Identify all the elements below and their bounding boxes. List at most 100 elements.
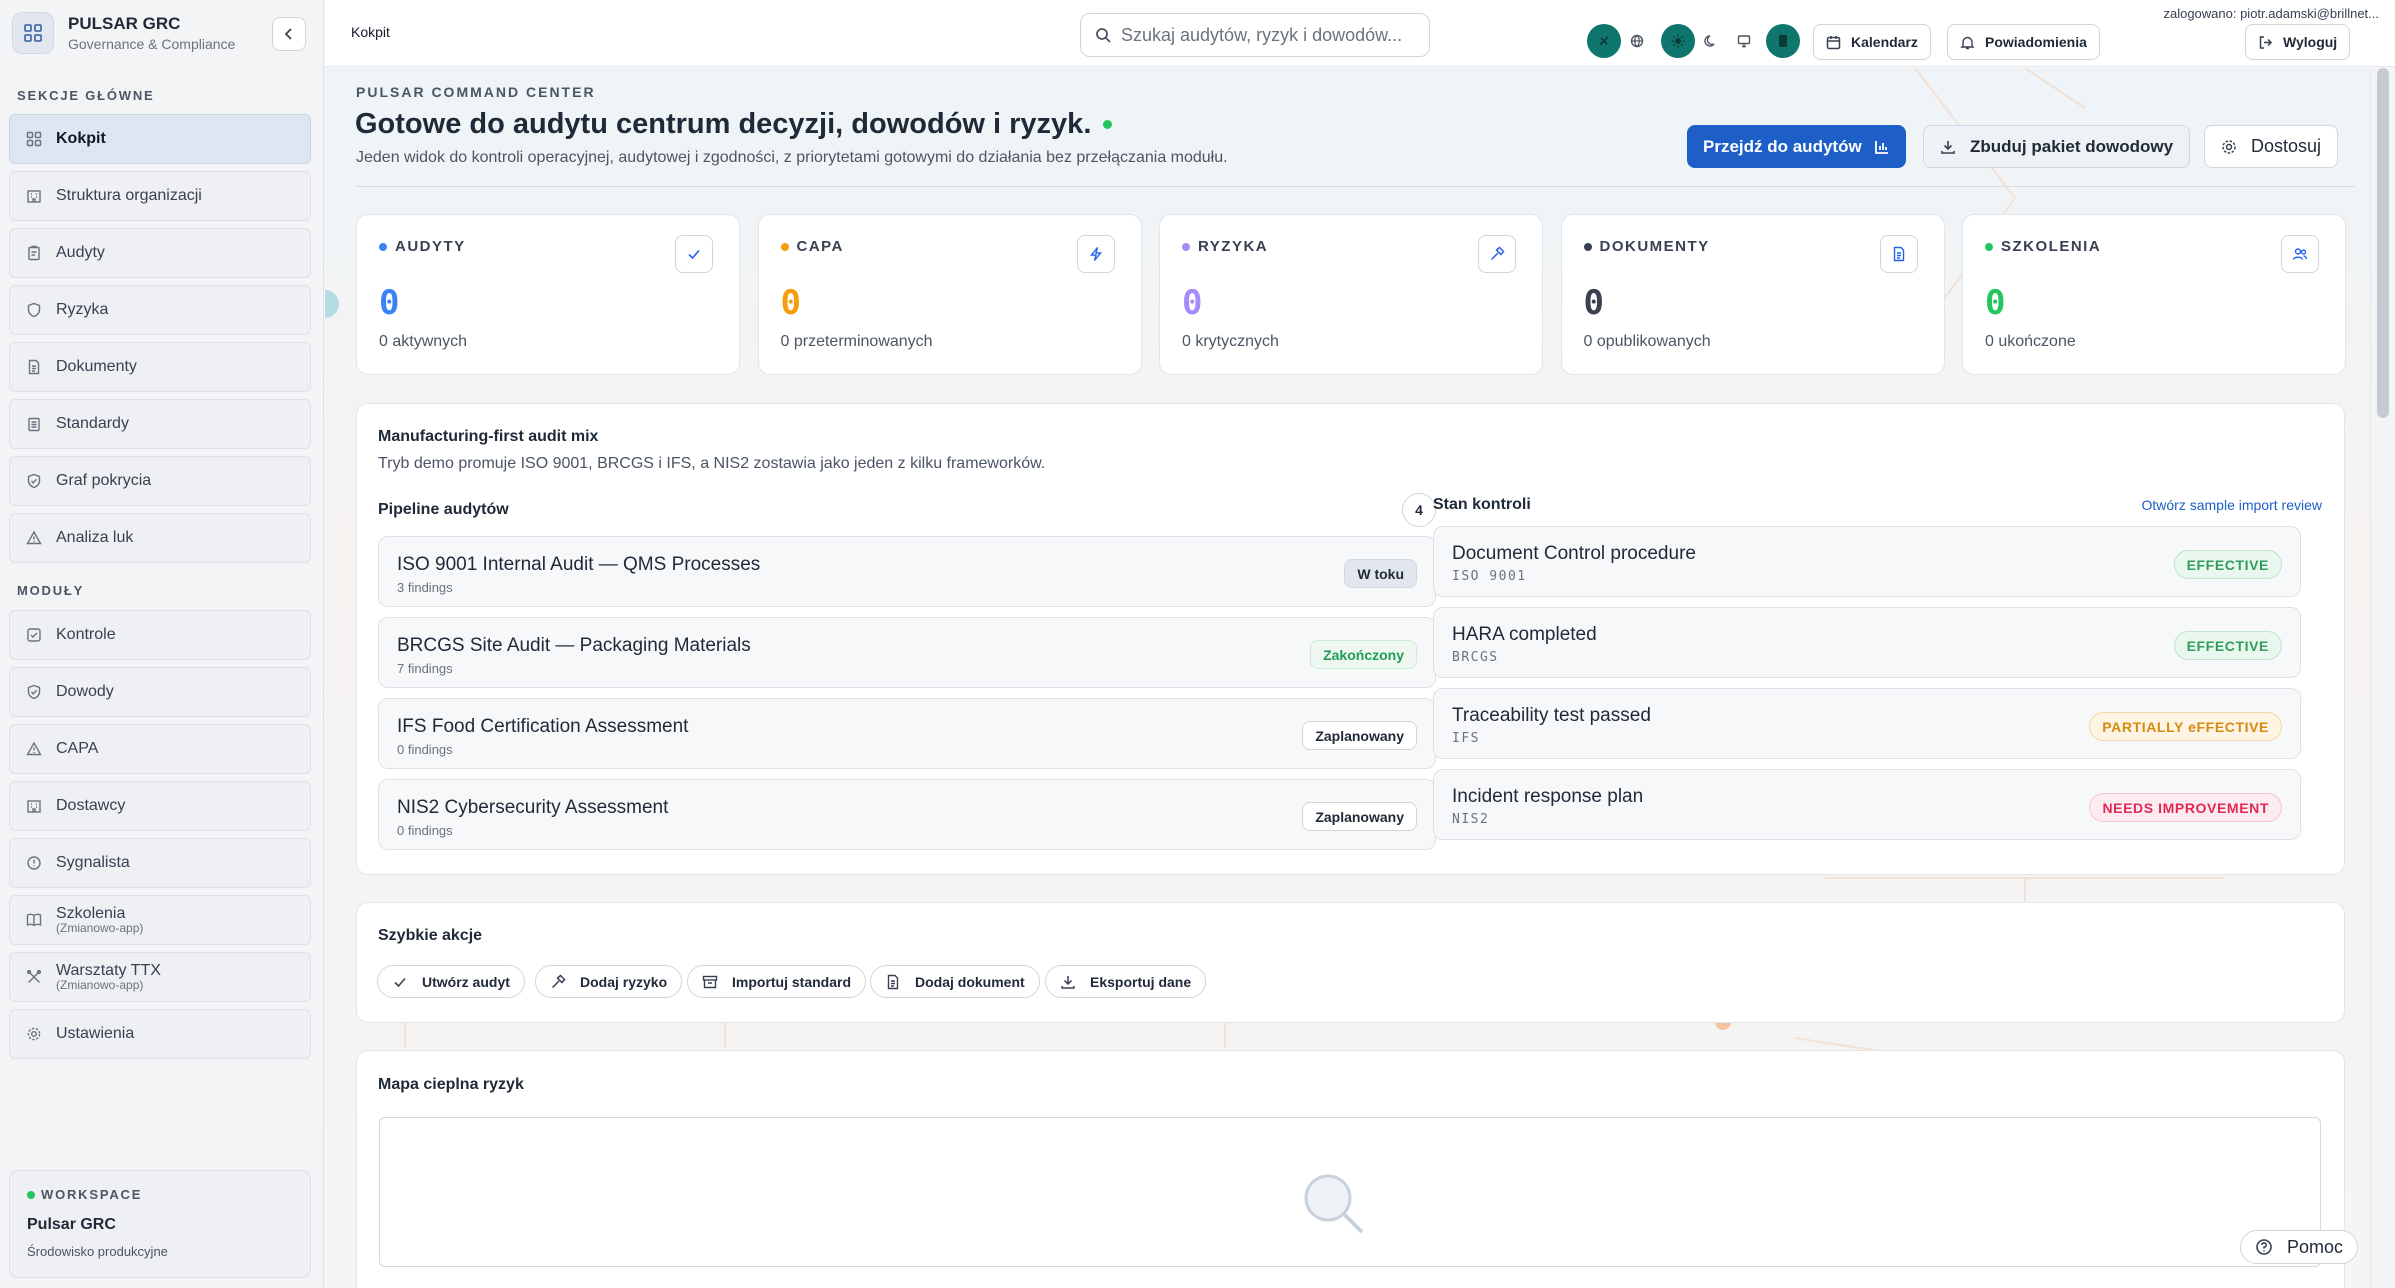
audit-row[interactable]: ISO 9001 Internal Audit — QMS Processes 3… bbox=[378, 536, 1436, 607]
search-box[interactable] bbox=[1080, 13, 1430, 57]
help-button[interactable]: Pomoc bbox=[2240, 1230, 2359, 1264]
stat-card-capa[interactable]: CAPA 0 0 przeterminowanych bbox=[757, 214, 1142, 375]
breadcrumb: Kokpit bbox=[351, 24, 390, 40]
stat-card-ryzyka[interactable]: RYZYKA 0 0 krytycznych bbox=[1159, 214, 1543, 375]
quick-actions-title: Szybkie akcje bbox=[378, 927, 483, 944]
stat-value: 0 bbox=[1182, 283, 1203, 323]
quick-action-label: Importuj standard bbox=[732, 973, 852, 990]
quick-action-label: Dodaj ryzyko bbox=[580, 973, 668, 990]
sidebar-item-standardy[interactable]: Standardy bbox=[9, 399, 311, 449]
grid-icon[interactable] bbox=[12, 12, 54, 54]
main-section-title: SEKCJE GŁÓWNE bbox=[17, 88, 155, 103]
quick-action-importuj-standard[interactable]: Importuj standard bbox=[687, 965, 867, 998]
customize-label: Dostosuj bbox=[2251, 136, 2322, 156]
stat-card-dokumenty[interactable]: DOKUMENTY 0 0 opublikowanych bbox=[1560, 214, 1945, 375]
sidebar-item-dokumenty[interactable]: Dokumenty bbox=[9, 342, 311, 392]
control-framework: BRCGS bbox=[1452, 650, 1499, 665]
go-to-audits-label: Przejdź do audytów bbox=[1703, 136, 1862, 156]
download-icon bbox=[1060, 974, 1076, 990]
build-evidence-button[interactable]: Zbuduj pakiet dowodowy bbox=[1923, 125, 2191, 168]
quick-action-dodaj-dokument[interactable]: Dodaj dokument bbox=[870, 965, 1040, 998]
go-to-audits-button[interactable]: Przejdź do audytów bbox=[1687, 125, 1906, 168]
control-name: HARA completed bbox=[1452, 624, 1597, 645]
control-row[interactable]: Document Control procedure ISO 9001 EFFECT… bbox=[1433, 526, 2301, 597]
moon-icon[interactable] bbox=[1694, 24, 1728, 58]
status-dot-icon bbox=[27, 1190, 35, 1199]
clipboard-list-icon bbox=[26, 416, 42, 432]
heatmap-card: Mapa cieplna ryzyk bbox=[356, 1050, 2345, 1288]
quick-action-eksportuj-dane[interactable]: Eksportuj dane bbox=[1045, 965, 1207, 998]
sidebar-item-capa[interactable]: CAPA bbox=[9, 724, 311, 774]
controls-title: Stan kontroli bbox=[1433, 496, 1531, 513]
lightning-icon[interactable] bbox=[1076, 235, 1115, 273]
scrollbar[interactable] bbox=[2370, 68, 2395, 1288]
control-row[interactable]: Incident response plan NIS2 NEEDS IMPROVEM… bbox=[1433, 769, 2301, 840]
warning-icon bbox=[26, 741, 42, 757]
stat-sublabel: 0 opublikowanych bbox=[1583, 333, 1711, 350]
calendar-icon bbox=[1826, 35, 1841, 49]
sidebar-item-text: Szkolenia (Zmianowo-app) bbox=[56, 905, 143, 936]
users-icon[interactable] bbox=[2281, 235, 2319, 273]
status-badge: EFFECTIVE bbox=[2173, 631, 2282, 660]
document-icon[interactable] bbox=[1879, 235, 1918, 273]
sidebar-item-ryzyka[interactable]: Ryzyka bbox=[9, 285, 311, 335]
sidebar-item-ustawienia[interactable]: Ustawienia bbox=[9, 1009, 311, 1059]
sidebar-item-sygnalista[interactable]: Sygnalista bbox=[9, 838, 311, 888]
stat-card-audyty[interactable]: AUDYTY 0 0 aktywnych bbox=[356, 214, 740, 375]
hammer-icon[interactable] bbox=[1478, 235, 1516, 273]
notifications-button[interactable]: Powiadomienia bbox=[1947, 24, 2100, 60]
sidebar-item-warsztaty-ttx[interactable]: Warsztaty TTX (Zmianowo-app) bbox=[9, 952, 311, 1002]
audit-row[interactable]: IFS Food Certification Assessment 0 findi… bbox=[378, 698, 1436, 769]
quick-action-label: Utwórz audyt bbox=[422, 973, 510, 990]
sidebar-item-kokpit[interactable]: Kokpit bbox=[9, 114, 311, 164]
sample-import-link[interactable]: Otwórz sample import review bbox=[2142, 497, 2323, 513]
calendar-button[interactable]: Kalendarz bbox=[1813, 24, 1931, 60]
status-dot-icon bbox=[780, 242, 789, 251]
stat-sublabel: 0 aktywnych bbox=[379, 333, 468, 350]
help-label: Pomoc bbox=[2287, 1236, 2344, 1257]
sun-icon[interactable] bbox=[1661, 24, 1695, 58]
quick-action-label: Eksportuj dane bbox=[1090, 973, 1192, 990]
logout-icon bbox=[2259, 35, 2273, 49]
sidebar-item-szkolenia[interactable]: Szkolenia (Zmianowo-app) bbox=[9, 895, 311, 945]
control-row[interactable]: HARA completed BRCGS EFFECTIVE bbox=[1433, 607, 2301, 678]
sidebar-item-graf-pokrycia[interactable]: Graf pokrycia bbox=[9, 456, 311, 506]
sidebar-item-label: Dowody bbox=[56, 683, 114, 700]
app-subtitle: Governance & Compliance bbox=[68, 36, 236, 52]
brand: PULSAR GRC Governance & Compliance bbox=[12, 12, 235, 54]
audit-row[interactable]: BRCGS Site Audit — Packaging Materials 7 … bbox=[378, 617, 1436, 688]
heatmap-canvas bbox=[379, 1117, 2321, 1267]
workspace-card[interactable]: WORKSPACE Pulsar GRC Środowisko produkcy… bbox=[9, 1170, 311, 1278]
sidebar-item-label: Dokumenty bbox=[56, 358, 137, 375]
monitor-icon[interactable] bbox=[1727, 24, 1761, 58]
layout-icon[interactable] bbox=[1766, 24, 1800, 58]
sidebar-item-kontrole[interactable]: Kontrole bbox=[9, 610, 311, 660]
sidebar-item-sublabel: (Zmianowo-app) bbox=[56, 921, 144, 936]
audit-mix-desc: Tryb demo promuje ISO 9001, BRCGS i IFS,… bbox=[378, 455, 1046, 472]
check-icon[interactable] bbox=[675, 235, 713, 273]
sidebar-item-dowody[interactable]: Dowody bbox=[9, 667, 311, 717]
stat-card-szkolenia[interactable]: SZKOLENIA 0 0 ukończone bbox=[1962, 214, 2346, 375]
workspace-label: WORKSPACE bbox=[41, 1187, 143, 1202]
control-framework: ISO 9001 bbox=[1452, 569, 1527, 584]
collapse-sidebar-button[interactable] bbox=[272, 17, 306, 51]
calendar-label: Kalendarz bbox=[1851, 34, 1918, 50]
theme-teal-icon[interactable] bbox=[1587, 24, 1621, 58]
customize-button[interactable]: Dostosuj bbox=[2204, 125, 2339, 168]
status-badge: Zakończony bbox=[1310, 640, 1417, 669]
sidebar-item-analiza-luk[interactable]: Analiza luk bbox=[9, 513, 311, 563]
sidebar-item-struktura-organizacji[interactable]: Struktura organizacji bbox=[9, 171, 311, 221]
quick-action-dodaj-ryzyko[interactable]: Dodaj ryzyko bbox=[535, 965, 683, 998]
audit-row[interactable]: NIS2 Cybersecurity Assessment 0 findings Z… bbox=[378, 779, 1436, 850]
status-badge: EFFECTIVE bbox=[2173, 550, 2282, 579]
scroll-thumb[interactable] bbox=[2377, 68, 2389, 418]
logout-button[interactable]: Wyloguj bbox=[2245, 24, 2351, 60]
search-input[interactable] bbox=[1121, 24, 1411, 46]
magnifier-icon bbox=[1304, 1174, 1364, 1234]
control-row[interactable]: Traceability test passed IFS PARTIALLY eFF… bbox=[1433, 688, 2301, 759]
sidebar-item-audyty[interactable]: Audyty bbox=[9, 228, 311, 278]
sidebar-item-dostawcy[interactable]: Dostawcy bbox=[9, 781, 311, 831]
globe-icon[interactable] bbox=[1620, 24, 1654, 58]
quick-action-utworz-audyt[interactable]: Utwórz audyt bbox=[377, 965, 525, 998]
topbar: Kokpit Kalendarz Powiadomienia Wyloguj z… bbox=[325, 0, 2395, 67]
